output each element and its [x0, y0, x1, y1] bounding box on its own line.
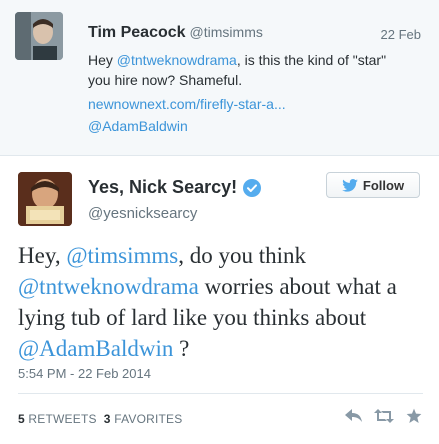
favorites-count: 3: [103, 412, 111, 426]
parent-mention-line-link[interactable]: @AdamBaldwin: [88, 118, 188, 134]
author-name[interactable]: Yes, Nick Searcy!: [88, 177, 237, 198]
tweet-card: Tim Peacock @timsimms 22 Feb Hey @tntwekn…: [0, 0, 439, 444]
mention-adambaldwin-link[interactable]: @AdamBaldwin: [18, 336, 173, 361]
author-avatar[interactable]: [18, 172, 72, 226]
tweet-text-part: Hey,: [18, 243, 67, 268]
tweet-timestamp[interactable]: 5:54 PM - 22 Feb 2014: [18, 366, 151, 381]
follow-button[interactable]: Follow: [326, 172, 420, 198]
mention-timsimms-link[interactable]: @timsimms: [66, 243, 178, 268]
parent-url-link[interactable]: newnownext.com/firefly-star-a...: [88, 96, 286, 112]
tweet-text-part: , do you think: [178, 243, 307, 268]
parent-avatar[interactable]: [15, 12, 63, 60]
parent-author-handle[interactable]: @timsimms: [190, 24, 263, 40]
parent-mention-link[interactable]: @tntweknowdrama: [117, 52, 237, 68]
parent-text: Hey @tntweknowdrama, is this the kind of…: [88, 50, 408, 90]
reply-icon[interactable]: [343, 405, 365, 427]
retweets-count: 5: [18, 412, 25, 426]
mention-tntweknowdrama-link[interactable]: @tntweknowdrama: [18, 274, 199, 299]
parent-tweet[interactable]: Tim Peacock @timsimms 22 Feb Hey @tntwekn…: [0, 0, 439, 156]
parent-date[interactable]: 22 Feb: [381, 27, 421, 42]
author-handle[interactable]: @yesnicksearcy: [88, 205, 197, 222]
tweet-stats: 5 RETWEETS 3 FAVORITES: [18, 412, 182, 426]
tweet-actions: [343, 405, 425, 427]
twitter-bird-icon: [342, 178, 358, 192]
tweet-text-part: ?: [173, 336, 190, 361]
stats-divider: [18, 393, 423, 394]
tweet-text: Hey, @timsimms, do you think @tntweknowd…: [18, 240, 423, 364]
parent-text-before: Hey: [88, 52, 117, 68]
follow-button-label: Follow: [362, 177, 405, 193]
parent-author-name[interactable]: Tim Peacock: [88, 24, 186, 41]
parent-author: Tim Peacock @timsimms: [88, 24, 263, 42]
retweets-stat[interactable]: 5 RETWEETS: [18, 412, 97, 426]
favorites-stat[interactable]: 3 FAVORITES: [104, 412, 183, 426]
favorites-label: FAVORITES: [114, 412, 183, 426]
verified-badge-icon: [243, 178, 262, 197]
author-name-row: Yes, Nick Searcy!: [88, 177, 262, 198]
retweet-icon[interactable]: [373, 405, 395, 427]
star-icon[interactable]: [403, 405, 425, 427]
retweets-label: RETWEETS: [28, 412, 97, 426]
